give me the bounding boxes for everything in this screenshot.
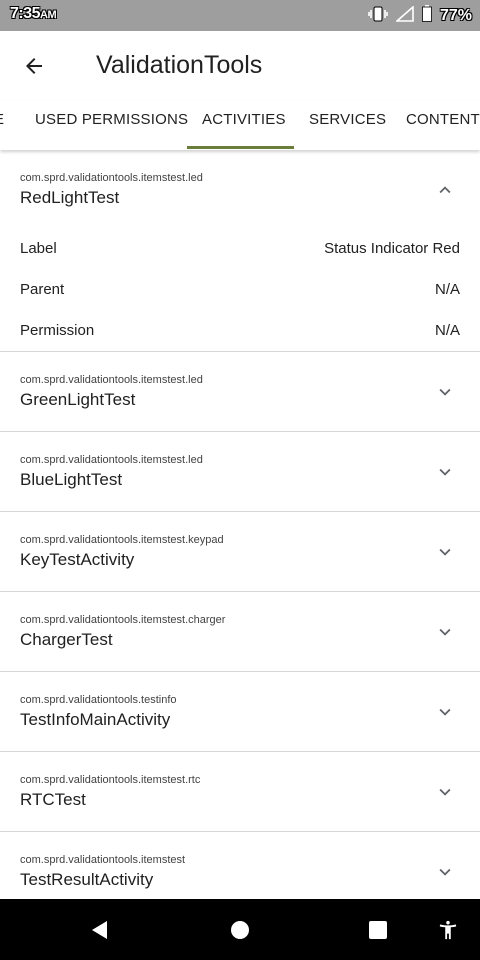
tab-content-providers[interactable]: CONTENT P bbox=[406, 101, 480, 150]
nav-accessibility-button[interactable] bbox=[418, 899, 478, 960]
vibrate-icon bbox=[368, 6, 388, 27]
tab-indicator bbox=[187, 146, 294, 149]
tab-bar: E USED PERMISSIONS ACTIVITIES SERVICES C… bbox=[0, 101, 480, 150]
detail-label: Label bbox=[20, 240, 57, 257]
chevron-down-icon[interactable] bbox=[434, 461, 456, 483]
activity-name: KeyTestActivity bbox=[20, 550, 135, 569]
tab-activities[interactable]: ACTIVITIES bbox=[202, 101, 286, 150]
activity-package: com.sprd.validationtools.itemstest.led bbox=[20, 454, 203, 466]
nav-back-button[interactable] bbox=[70, 899, 130, 960]
chevron-down-icon[interactable] bbox=[434, 621, 456, 643]
list-item[interactable]: com.sprd.validationtools.itemstest.charg… bbox=[0, 592, 480, 672]
chevron-down-icon[interactable] bbox=[434, 381, 456, 403]
activity-package: com.sprd.validationtools.itemstest.keypa… bbox=[20, 534, 224, 546]
activity-list: com.sprd.validationtools.itemstest.led R… bbox=[0, 150, 480, 899]
tab-services[interactable]: SERVICES bbox=[309, 101, 386, 150]
chevron-down-icon[interactable] bbox=[434, 781, 456, 803]
page-title: ValidationTools bbox=[96, 51, 263, 79]
list-item[interactable]: com.sprd.validationtools.itemstest.rtc R… bbox=[0, 752, 480, 832]
detail-label: Permission bbox=[20, 322, 95, 339]
tab-used-permissions[interactable]: USED PERMISSIONS bbox=[35, 101, 188, 150]
activity-name: RTCTest bbox=[20, 790, 86, 809]
back-triangle-icon bbox=[92, 920, 107, 939]
activity-name: RedLightTest bbox=[20, 188, 120, 207]
activity-name: GreenLightTest bbox=[20, 390, 136, 409]
list-item[interactable]: com.sprd.validationtools.itemstest.keypa… bbox=[0, 512, 480, 592]
detail-label: Parent bbox=[20, 281, 65, 298]
chevron-down-icon[interactable] bbox=[434, 541, 456, 563]
battery-icon bbox=[422, 5, 432, 27]
activity-name: TestInfoMainActivity bbox=[20, 710, 171, 729]
activity-name: BlueLightTest bbox=[20, 470, 123, 489]
detail-value: Status Indicator Red bbox=[324, 240, 460, 257]
signal-icon bbox=[394, 4, 414, 27]
chevron-down-icon[interactable] bbox=[434, 861, 456, 883]
tab-previous[interactable]: E bbox=[0, 101, 4, 150]
status-time: 7:35AM bbox=[10, 5, 57, 22]
back-button[interactable] bbox=[14, 46, 54, 86]
navigation-bar bbox=[0, 899, 480, 960]
activity-package: com.sprd.validationtools.itemstest bbox=[20, 854, 186, 866]
nav-recents-button[interactable] bbox=[348, 899, 408, 960]
list-item[interactable]: com.sprd.validationtools.itemstest TestR… bbox=[0, 832, 480, 899]
list-item-header[interactable]: com.sprd.validationtools.itemstest.led R… bbox=[0, 150, 480, 220]
status-bar: 7:35AM 77% bbox=[0, 0, 480, 31]
recents-square-icon bbox=[369, 920, 387, 939]
chevron-up-icon[interactable] bbox=[434, 179, 456, 201]
detail-value: N/A bbox=[434, 281, 460, 298]
chevron-down-icon[interactable] bbox=[434, 701, 456, 723]
accessibility-icon bbox=[439, 920, 457, 939]
activity-package: com.sprd.validationtools.testinfo bbox=[20, 694, 177, 706]
list-item[interactable]: com.sprd.validationtools.testinfo TestIn… bbox=[0, 672, 480, 752]
activity-package: com.sprd.validationtools.itemstest.charg… bbox=[20, 614, 226, 626]
home-circle-icon bbox=[231, 920, 249, 939]
battery-percent: 77% bbox=[439, 7, 472, 24]
nav-home-button[interactable] bbox=[210, 899, 270, 960]
list-item-expanded: com.sprd.validationtools.itemstest.led R… bbox=[0, 150, 480, 352]
list-item[interactable]: com.sprd.validationtools.itemstest.led G… bbox=[0, 352, 480, 432]
activity-package: com.sprd.validationtools.itemstest.led bbox=[20, 172, 203, 184]
activity-name: TestResultActivity bbox=[20, 870, 154, 889]
detail-value: N/A bbox=[434, 322, 460, 339]
app-bar: ValidationTools bbox=[0, 31, 480, 101]
activity-package: com.sprd.validationtools.itemstest.rtc bbox=[20, 774, 201, 786]
activity-package: com.sprd.validationtools.itemstest.led bbox=[20, 374, 203, 386]
arrow-back-icon bbox=[26, 58, 42, 74]
list-item[interactable]: com.sprd.validationtools.itemstest.led B… bbox=[0, 432, 480, 512]
activity-name: ChargerTest bbox=[20, 630, 113, 649]
